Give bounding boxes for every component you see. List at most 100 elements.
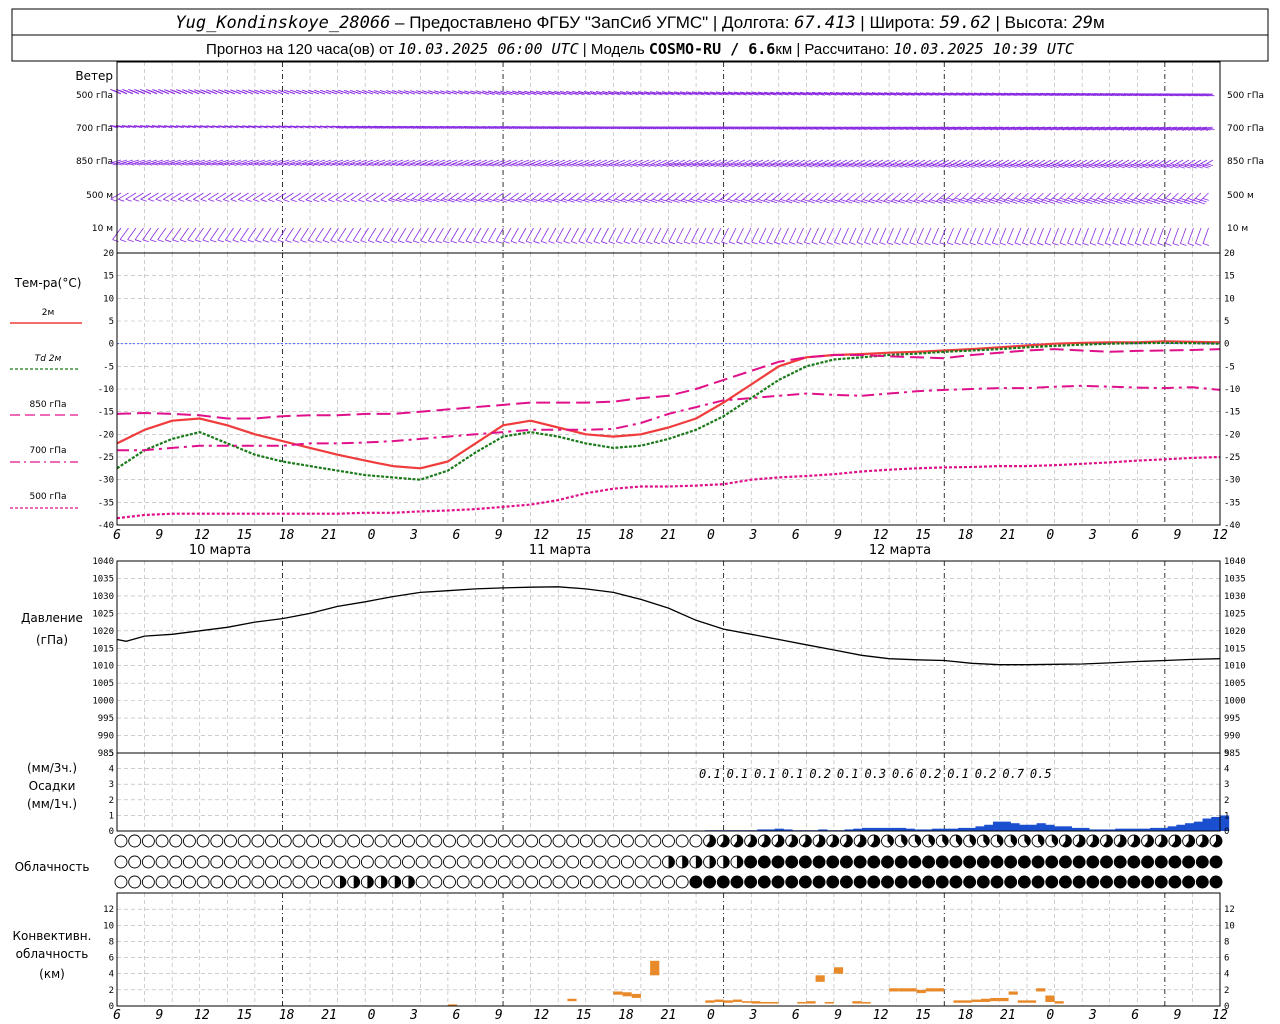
conv-xtick-label: 9 [495,1008,503,1023]
wind-barb-feather [878,199,885,202]
wind-barb-feather [825,199,832,202]
wind-barb-feather [1178,165,1185,169]
cloud-circle [634,855,648,869]
wind-barb-shaft [890,192,902,202]
temp-xtick-label: 12 [873,528,889,543]
cloud-circle [306,875,320,889]
conv-ytick-right: 2 [1224,986,1229,996]
precip-ytick-right: 2 [1224,796,1229,806]
precip-ytick-left: 1 [109,811,114,821]
calc-label: | Рассчитано: [792,41,893,58]
wind-barb-feather [360,240,367,244]
wind-barb-feather [590,200,598,203]
wind-barb-feather [260,199,267,202]
temp-xtick-label: 12 [533,528,549,543]
press-ytick-right: 1015 [1224,644,1246,654]
wind-barb-feather [518,240,525,244]
convective-bar [898,988,908,992]
wind-barb-feather [811,241,818,245]
wind-barb-feather [178,198,185,202]
wind-barb-feather [575,200,583,203]
cloud-circle [579,855,593,869]
wind-barb-feather [360,91,367,95]
wind-barb-shaft [1161,192,1172,203]
cloud-fill [1004,856,1017,868]
wind-barb-feather [908,199,915,202]
precip-grid [117,753,1220,831]
wind-barb-feather [305,199,312,203]
wind-barb-shaft [209,227,219,241]
cloud-fill [1100,876,1113,888]
wind-barb-shaft [1195,227,1202,244]
wind-barb-feather [1176,201,1183,205]
wind-barb-feather [676,241,683,245]
wind-barb-feather [427,198,435,201]
wind-barb-feather [562,198,570,202]
cloud-fill [854,876,867,888]
cloud-circle [251,875,265,889]
wind-barb-shaft [818,227,827,243]
wind-barb-feather [1155,199,1162,203]
wind-barb-feather [781,241,788,245]
cloud-circle [607,855,621,869]
wind-barb-feather [135,239,142,243]
wind-barb-shaft [1041,192,1052,202]
wind-barb-feather [375,240,382,244]
temperature-panel: Тем-ра(°C) 2м Td 2м 850 гПа 700 гПа 500 … [10,249,1240,558]
cloud-circle [484,875,498,889]
convective-bar [833,967,844,974]
cloud-circle [224,875,237,889]
wind-barb-feather [405,198,412,201]
cloud-circle [210,834,224,848]
cloud-fill [1045,856,1058,868]
wind-barb-feather [885,199,892,202]
wind-barb-feather [856,242,864,245]
wind-barb-feather [1052,242,1059,246]
cloud-fill [1196,876,1209,888]
header-line2: Прогноз на 120 часа(ов) от 10.03.2025 06… [206,40,1074,58]
precip-panel: (мм/3ч.) Осадки (мм/1ч.) 0.1 0.1 0.1 0.1 0.2… [27,749,1229,837]
wind-barb-feather [533,240,540,244]
temp-legend: 2м Td 2м 850 гПа 700 гПа 500 гПа [10,308,82,509]
cloud-circle [265,834,279,848]
wind-barb-feather [350,199,357,203]
wind-barb-feather [230,199,237,202]
wind-barb-shaft [277,227,287,241]
wind-barb-feather [1028,165,1035,169]
wind-barb-feather [1172,243,1180,246]
temp-xtick-label: 3 [748,528,757,543]
wind-barb-shaft [458,227,467,242]
cloud-circle [620,834,634,848]
wind-barb-feather [1003,201,1010,204]
wind-barb-shaft [713,227,722,243]
cloud-circle [648,875,662,889]
precip-3h-label: 0.1 [699,767,721,781]
wind-barb-feather [1135,242,1142,246]
cloud-circle [169,875,183,889]
wind-barb-shaft [638,227,647,242]
convective-bar [935,988,945,992]
wind-barb-feather [390,91,397,95]
wind-barb-feather [1130,165,1137,169]
cloud-circle [196,875,210,889]
wind-barb-feather [893,199,900,202]
pressure-unit: (гПа) [36,633,68,647]
wind-barb-feather [721,241,728,245]
pressure-panel: Давление (гПа) 1040 10401035 10351030 10301… [21,557,1246,759]
wind-barb-feather [615,198,622,202]
wind-barb-feather [185,198,192,202]
precip-bar [1176,824,1186,831]
wind-barb-feather [202,239,209,243]
wind-barb-feather [480,198,487,202]
cloud-fill [1114,856,1127,868]
cloud-fill [695,856,702,868]
cloud-circle [128,875,142,889]
cloud-fill [922,876,935,888]
wind-barb-feather [1154,165,1161,169]
precip-3h-label: 0.3 [864,767,886,781]
cloud-fill [799,876,812,888]
wind-barb-feather [735,198,742,202]
cloud-fill [717,876,730,888]
lat-label: | Широта: [856,13,940,32]
wind-barb-shaft [961,227,969,243]
